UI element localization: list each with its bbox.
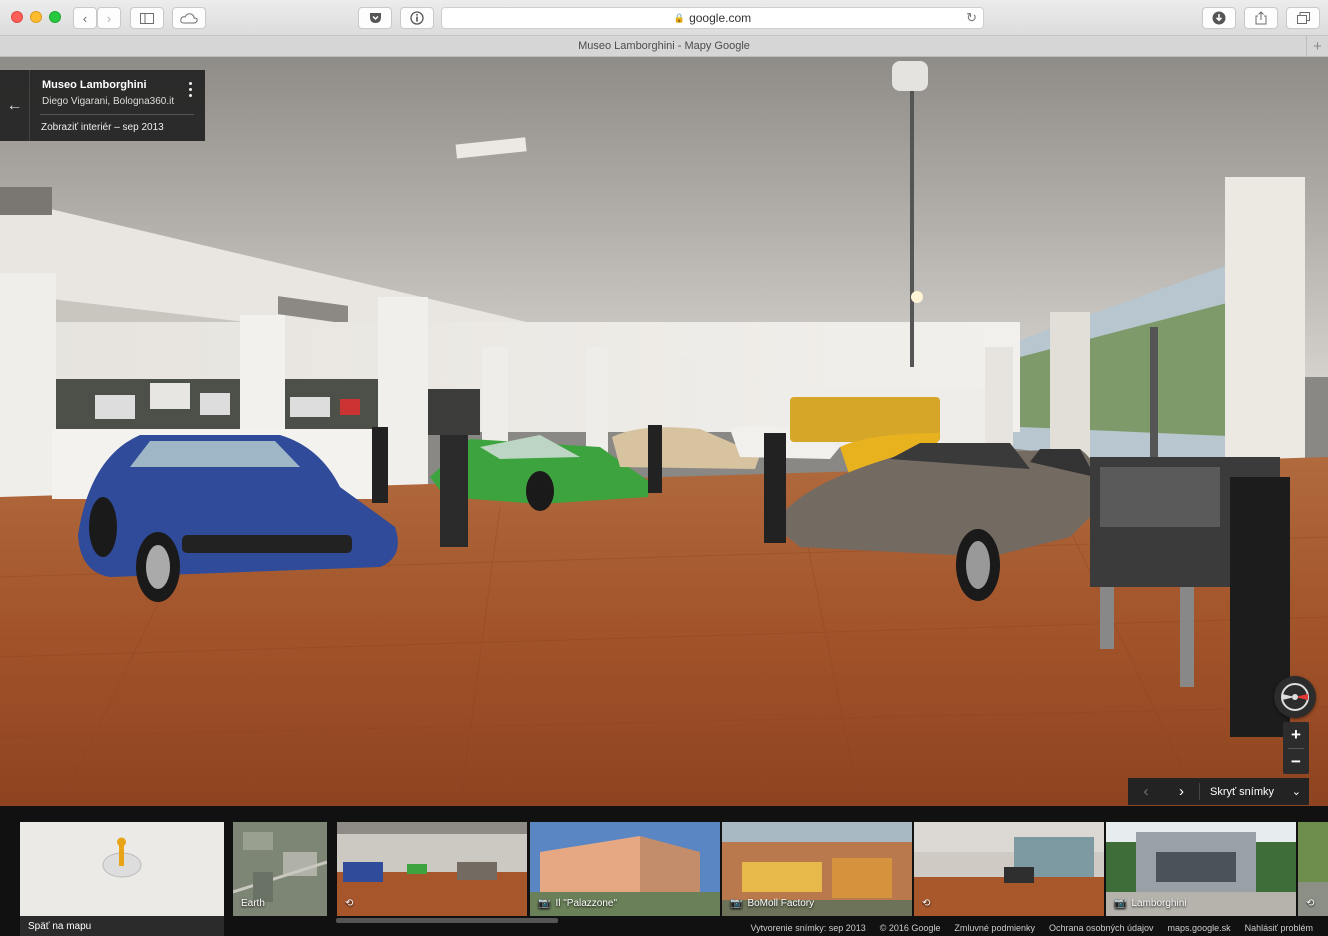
camera-icon: 📷 [1114, 898, 1127, 909]
thumbnail-earth[interactable]: Earth [233, 822, 327, 916]
back-button[interactable]: ‹ [73, 7, 97, 29]
plus-icon: + [1291, 725, 1301, 744]
hide-photos-label: Skryť snímky [1210, 785, 1275, 798]
360-icon: ⟲ [922, 898, 931, 909]
photographer-credit[interactable]: Diego Vigarani, Bologna360.it [42, 96, 174, 107]
terms-link[interactable]: Zmluvné podmienky [954, 923, 1035, 933]
sidebar-icon [140, 12, 154, 24]
thumbnail-360-selected[interactable]: ⟲ [337, 822, 527, 916]
tabs-icon [1296, 12, 1310, 24]
showroom-360-thumbnail-image [914, 822, 1104, 916]
share-icon [1255, 11, 1267, 25]
thumbnail-label: ⟲ [922, 898, 935, 909]
camera-icon: 📷 [730, 898, 743, 909]
browser-window: ‹ › 🔒 google.com ↻ Museo Lamborghini - M… [0, 0, 1328, 936]
thumbnail-label: 📷 Lamborghini [1114, 898, 1187, 909]
info-button[interactable] [400, 7, 434, 29]
camera-icon: 📷 [538, 898, 551, 909]
360-icon: ⟲ [345, 898, 354, 909]
copyright: © 2016 Google [879, 923, 941, 933]
museum-360-thumbnail-image [337, 822, 527, 916]
compass-button[interactable] [1274, 676, 1316, 718]
tab-title[interactable]: Museo Lamborghini - Mapy Google [578, 40, 750, 52]
browser-toolbar: ‹ › 🔒 google.com ↻ [0, 0, 1328, 36]
thumbnail-label: ⟲ [1306, 898, 1319, 909]
chevron-left-icon: ‹ [1143, 783, 1149, 800]
maximize-window-button[interactable] [49, 11, 61, 23]
arrow-left-icon: ← [6, 96, 23, 114]
photo-filmstrip: Späť na mapu Earth ⟲ 📷 Il "Palazzone" 📷 … [0, 806, 1328, 936]
thumbnail-label: ⟲ [345, 898, 358, 909]
icloud-tabs-button[interactable] [172, 7, 206, 29]
street-view-panorama[interactable] [0, 57, 1328, 806]
360-icon: ⟲ [1306, 898, 1315, 909]
reload-icon[interactable]: ↻ [966, 10, 977, 26]
privacy-link[interactable]: Ochrana osobných údajov [1049, 923, 1154, 933]
tab-bar: Museo Lamborghini - Mapy Google + [0, 36, 1328, 57]
thumbnail-palazzone[interactable]: 📷 Il "Palazzone" [530, 822, 720, 916]
report-problem-link[interactable]: Nahlásiť problém [1245, 923, 1313, 933]
view-interior-link[interactable]: Zobraziť interiér – sep 2013 [41, 122, 164, 133]
back-to-map-tile[interactable]: Späť na mapu [20, 822, 224, 936]
museum-interior-image [0, 57, 1328, 806]
thumbnail-label: 📷 BoMoll Factory [730, 898, 815, 909]
place-title[interactable]: Museo Lamborghini [42, 79, 147, 91]
cloud-icon [180, 12, 198, 23]
tabs-overview-button[interactable] [1286, 7, 1320, 29]
sidebar-button[interactable] [130, 7, 164, 29]
lock-icon: 🔒 [673, 12, 686, 23]
thumbnail-label: 📷 Il "Palazzone" [538, 898, 618, 909]
url-text: google.com [689, 11, 752, 25]
info-icon [410, 11, 424, 25]
capture-date: Vytvorenie snímky: sep 2013 [750, 923, 866, 933]
pocket-icon [369, 13, 381, 23]
new-tab-button[interactable]: + [1306, 36, 1328, 56]
minus-icon: − [1291, 752, 1301, 771]
more-options-icon[interactable] [187, 82, 193, 97]
map-footer: Vytvorenie snímky: sep 2013 © 2016 Googl… [0, 920, 1328, 936]
close-window-button[interactable] [11, 11, 23, 23]
place-info-card: ← Museo Lamborghini Diego Vigarani, Bolo… [0, 70, 205, 141]
forward-button[interactable]: › [97, 7, 121, 29]
hide-photos-button[interactable]: Skryť snímky ⌄ [1200, 785, 1309, 799]
pegman-icon [102, 837, 142, 878]
compass-icon [1281, 683, 1309, 711]
plus-icon: + [1313, 37, 1322, 55]
chevron-left-icon: ‹ [82, 10, 88, 26]
double-chevron-down-icon: ⌄ [1291, 786, 1301, 798]
downloads-button[interactable] [1202, 7, 1236, 29]
thumbnail-360-partial[interactable]: ⟲ [1298, 822, 1328, 916]
zoom-in-button[interactable]: + [1283, 722, 1309, 748]
zoom-control: + − [1283, 722, 1309, 774]
thumbnail-label: Earth [241, 898, 265, 909]
next-photos-button[interactable]: › [1164, 783, 1200, 800]
thumbnail-bomoll-factory[interactable]: 📷 BoMoll Factory [722, 822, 912, 916]
address-bar[interactable]: 🔒 google.com ↻ [441, 7, 984, 29]
thumbnail-360[interactable]: ⟲ [914, 822, 1104, 916]
back-arrow-button[interactable]: ← [0, 70, 30, 141]
thumbnail-lamborghini[interactable]: 📷 Lamborghini [1106, 822, 1296, 916]
previous-photos-button[interactable]: ‹ [1128, 783, 1164, 800]
zoom-out-button[interactable]: − [1283, 749, 1309, 775]
chevron-right-icon: › [106, 10, 112, 26]
share-button[interactable] [1244, 7, 1278, 29]
filmstrip-controls: ‹ › Skryť snímky ⌄ [1128, 778, 1309, 805]
pocket-button[interactable] [358, 7, 392, 29]
chevron-right-icon: › [1179, 783, 1184, 800]
domain-link[interactable]: maps.google.sk [1168, 923, 1231, 933]
minimize-window-button[interactable] [30, 11, 42, 23]
divider [40, 114, 194, 115]
download-icon [1212, 11, 1226, 25]
